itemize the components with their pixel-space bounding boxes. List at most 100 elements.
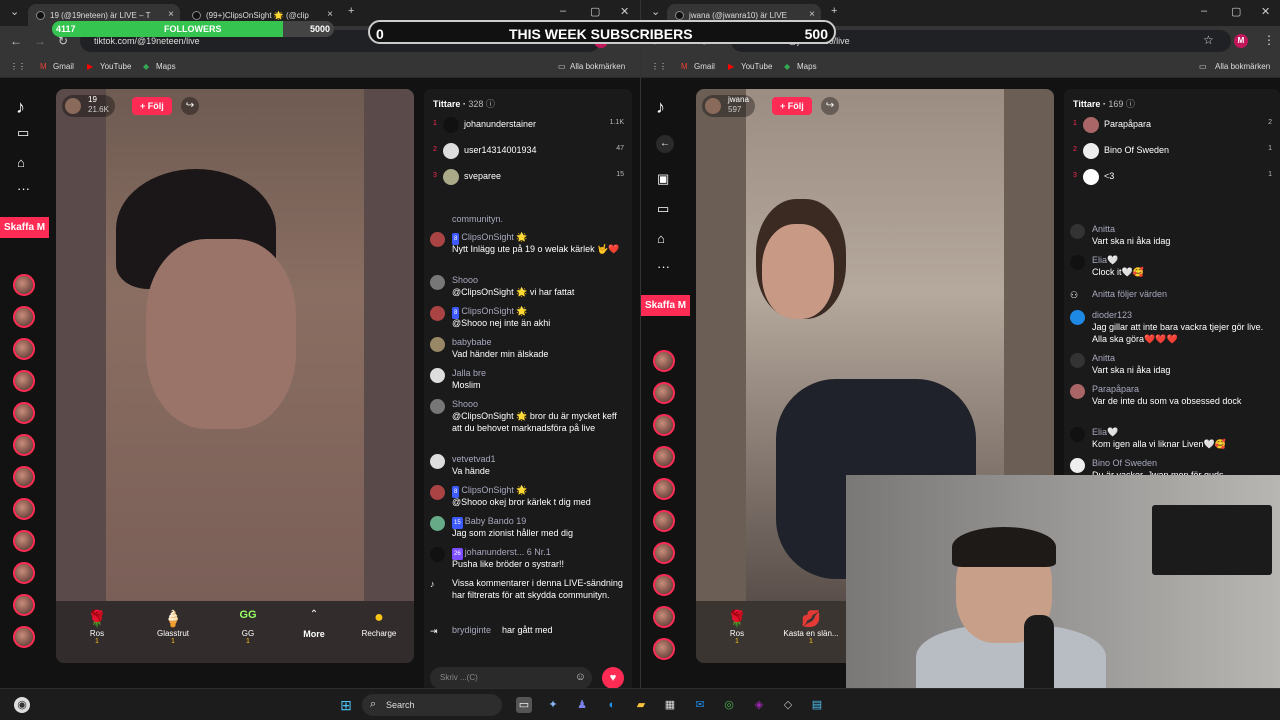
live-avatar[interactable] <box>653 382 675 404</box>
bookmark-star-icon[interactable]: ☆ <box>1203 33 1214 47</box>
gift-kiss[interactable]: 💋 Kasta en slän... 1 <box>778 609 844 645</box>
gift-glasstrut[interactable]: 🍦 Glasstrut 1 <box>148 609 198 645</box>
live-avatar[interactable] <box>13 626 35 648</box>
minimize-button[interactable]: – <box>1201 5 1207 17</box>
more-icon[interactable]: ··· <box>17 181 30 196</box>
taskbar-search[interactable]: ⌕ Search <box>362 694 502 716</box>
viewer-row[interactable]: 1 johanunderstainer 1.1K <box>433 115 624 135</box>
message-user[interactable]: babybabe <box>452 336 492 348</box>
bookmark-youtube[interactable]: YouTube <box>741 62 772 71</box>
widgets-icon[interactable]: ◉ <box>14 697 30 713</box>
live-avatar[interactable] <box>13 274 35 296</box>
message-user[interactable]: Shooo <box>452 398 478 410</box>
tab-search-icon[interactable]: ⌄ <box>10 5 19 18</box>
message-user[interactable]: Anitta <box>1092 223 1115 235</box>
back-icon[interactable]: ← <box>10 34 22 48</box>
all-bookmarks[interactable]: Alla bokmärken <box>1215 62 1270 71</box>
message-user[interactable]: Parapåpara <box>1092 383 1139 395</box>
explore-icon[interactable]: ⌂ <box>17 155 25 170</box>
live-avatar[interactable] <box>653 414 675 436</box>
bookmark-maps[interactable]: Maps <box>156 62 176 71</box>
chat-input[interactable]: Skriv ...(C) ☺ <box>430 667 592 689</box>
message-user[interactable]: Elia🤍 <box>1092 426 1118 438</box>
minimize-button[interactable]: – <box>560 5 566 17</box>
chrome-icon[interactable]: ◎ <box>721 697 737 713</box>
close-window-button[interactable]: ✕ <box>1261 5 1270 18</box>
follow-button[interactable]: + Följ <box>132 97 172 115</box>
maximize-button[interactable]: ▢ <box>1231 5 1241 18</box>
message-user[interactable]: ClipsOnSight 🌟 <box>461 232 527 242</box>
maximize-button[interactable]: ▢ <box>590 5 600 18</box>
bookmark-maps[interactable]: Maps <box>797 62 817 71</box>
message-user[interactable]: johanunderst... 6 Nr.1 <box>465 547 551 557</box>
apps-icon[interactable]: ⋮⋮ <box>651 62 667 71</box>
viewer-row[interactable]: 2 user14314001934 47 <box>433 141 624 161</box>
menu-icon[interactable]: ⋮ <box>1263 33 1275 47</box>
live-avatar[interactable] <box>653 542 675 564</box>
viewer-row[interactable]: 3 <3 1 <box>1073 167 1272 187</box>
live-avatar[interactable] <box>653 350 675 372</box>
forward-icon[interactable]: → <box>34 34 46 48</box>
live-avatar[interactable] <box>653 510 675 532</box>
outlook-icon[interactable]: ✉ <box>692 697 708 713</box>
live-avatar[interactable] <box>653 478 675 500</box>
message-user[interactable]: vetvetvad1 <box>452 453 496 465</box>
emoji-icon[interactable]: ☺ <box>575 671 586 683</box>
close-tab-icon[interactable]: × <box>809 9 815 20</box>
live-avatar[interactable] <box>13 466 35 488</box>
message-user[interactable]: Shooo <box>452 274 478 286</box>
live-camera-icon[interactable]: ▭ <box>657 201 669 217</box>
gift-gg[interactable]: GG GG 1 <box>223 609 273 645</box>
new-tab-button[interactable]: + <box>831 5 837 17</box>
bookmark-gmail[interactable]: Gmail <box>694 62 715 71</box>
tab-search-icon[interactable]: ⌄ <box>651 5 660 18</box>
viewer-row[interactable]: 2 Bino Of Sweden 1 <box>1073 141 1272 161</box>
app-icon[interactable]: ◇ <box>780 697 796 713</box>
tiktok-logo-icon[interactable]: ♪ <box>16 97 25 118</box>
apps-icon[interactable]: ⋮⋮ <box>10 62 26 71</box>
message-user[interactable]: ClipsOnSight 🌟 <box>461 485 527 495</box>
like-heart-icon[interactable]: ♥ <box>602 667 624 689</box>
live-avatar[interactable] <box>13 402 35 424</box>
live-avatar[interactable] <box>13 434 35 456</box>
profile-avatar[interactable]: M <box>1234 34 1248 48</box>
live-avatar[interactable] <box>13 338 35 360</box>
bookmark-youtube[interactable]: YouTube <box>100 62 131 71</box>
more-gifts-button[interactable]: ⌃ More <box>289 609 339 639</box>
info-icon[interactable]: ⓘ <box>1126 99 1135 109</box>
message-user[interactable]: brydiginte <box>452 624 491 636</box>
info-icon[interactable]: ⓘ <box>486 99 495 109</box>
live-avatar[interactable] <box>653 574 675 596</box>
live-avatar[interactable] <box>653 638 675 660</box>
app-icon[interactable]: ▤ <box>809 697 825 713</box>
recharge-button[interactable]: ● Recharge <box>354 609 404 638</box>
message-user[interactable]: Anitta <box>1092 352 1115 364</box>
task-view-icon[interactable]: ▭ <box>516 697 532 713</box>
live-avatar[interactable] <box>13 498 35 520</box>
message-user[interactable]: Anitta följer värden <box>1092 288 1167 300</box>
teams-icon[interactable]: ♟ <box>574 697 590 713</box>
message-user[interactable]: Bino Of Sweden <box>1092 457 1157 469</box>
message-user[interactable]: ClipsOnSight 🌟 <box>461 306 527 316</box>
live-tv-icon[interactable]: ▣ <box>657 171 669 187</box>
copilot-icon[interactable]: ✦ <box>545 697 561 713</box>
live-avatar[interactable] <box>13 530 35 552</box>
file-explorer-icon[interactable]: ▰ <box>633 697 649 713</box>
message-user[interactable]: Jalla bre <box>452 367 486 379</box>
live-camera-icon[interactable]: ▭ <box>17 125 29 141</box>
live-avatar[interactable] <box>13 594 35 616</box>
more-icon[interactable]: ··· <box>657 259 670 274</box>
share-icon[interactable]: ↪ <box>821 97 839 115</box>
close-tab-icon[interactable]: × <box>168 9 174 20</box>
new-tab-button[interactable]: + <box>348 5 354 17</box>
gift-ros[interactable]: 🌹 Ros 1 <box>72 609 122 645</box>
tiktok-logo-icon[interactable]: ♪ <box>656 97 665 118</box>
gift-ros[interactable]: 🌹 Ros 1 <box>712 609 762 645</box>
close-tab-icon[interactable]: × <box>327 9 333 20</box>
edge-icon[interactable]: ◐ <box>604 697 620 713</box>
follow-button[interactable]: + Följ <box>772 97 812 115</box>
get-app-button[interactable]: Skaffa M <box>641 295 691 316</box>
share-icon[interactable]: ↪ <box>181 97 199 115</box>
live-avatar[interactable] <box>13 370 35 392</box>
live-avatar[interactable] <box>13 562 35 584</box>
